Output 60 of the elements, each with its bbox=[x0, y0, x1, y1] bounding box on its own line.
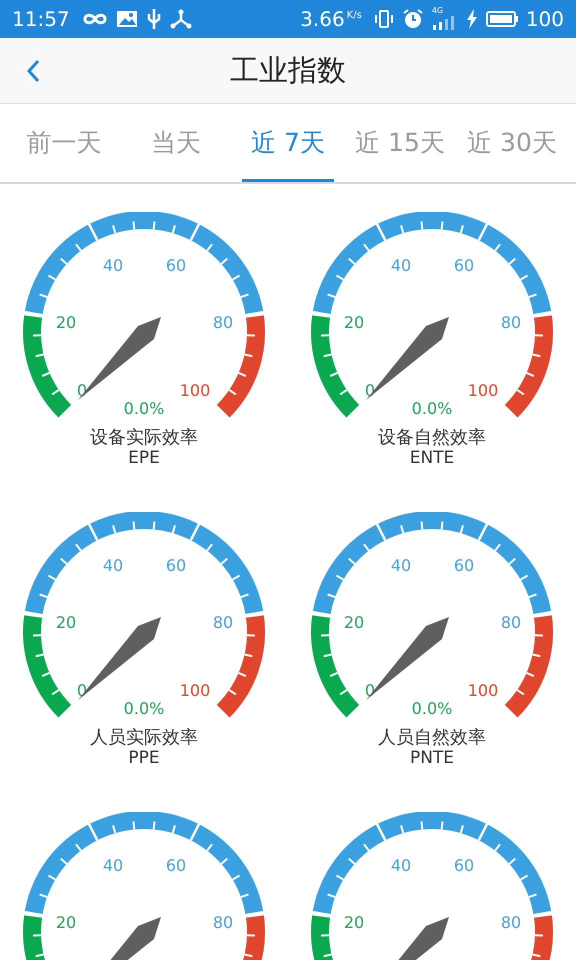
scale-label: 100 bbox=[468, 381, 498, 400]
scale-label: 20 bbox=[56, 313, 76, 332]
gauge-name: 设备自然效率 bbox=[378, 428, 486, 448]
battery-level: 100 bbox=[526, 6, 564, 33]
scale-label: 80 bbox=[212, 313, 234, 332]
scale-label: 100 bbox=[468, 681, 498, 700]
scale-label: 20 bbox=[344, 613, 364, 632]
scale-label: 20 bbox=[56, 613, 76, 632]
scale-label: 40 bbox=[390, 556, 412, 575]
scale-label: 40 bbox=[390, 256, 412, 275]
gauge-value: 0.0% bbox=[124, 699, 164, 718]
page-title: 工业指数 bbox=[230, 52, 346, 89]
scale-label: 80 bbox=[212, 613, 234, 632]
usb-icon bbox=[146, 8, 162, 30]
scale-label: 60 bbox=[166, 556, 186, 575]
gauge-code: ENTE bbox=[410, 448, 454, 468]
scale-label: 60 bbox=[454, 556, 474, 575]
period-tab[interactable]: 近 30天 bbox=[466, 104, 558, 182]
scale-label: 40 bbox=[102, 556, 124, 575]
gauge-name: 人员自然效率 bbox=[378, 728, 486, 748]
scale-label: 20 bbox=[56, 913, 76, 932]
share-icon bbox=[170, 9, 192, 29]
gauge-name: 设备实际效率 bbox=[90, 428, 198, 448]
gauge-code: EPE bbox=[128, 448, 160, 468]
alarm-icon bbox=[402, 8, 424, 30]
image-icon bbox=[116, 10, 138, 28]
vibrate-icon bbox=[374, 9, 394, 29]
scale-label: 60 bbox=[454, 256, 474, 275]
scale-label: 80 bbox=[212, 913, 234, 932]
scale-label: 20 bbox=[344, 313, 364, 332]
scale-label: 40 bbox=[102, 856, 124, 875]
scale-label: 40 bbox=[102, 256, 124, 275]
scale-label: 100 bbox=[180, 681, 210, 700]
gauge-value: 0.0% bbox=[412, 699, 452, 718]
back-icon bbox=[26, 59, 40, 83]
network-speed: 3.66 bbox=[300, 6, 345, 33]
period-tab[interactable]: 前一天 bbox=[18, 104, 110, 182]
scale-label: 20 bbox=[344, 913, 364, 932]
gauge-value: 0.0% bbox=[412, 399, 452, 418]
gauge-code: PNTE bbox=[410, 748, 454, 768]
scale-label: 40 bbox=[390, 856, 412, 875]
scale-label: 60 bbox=[166, 856, 186, 875]
scale-label: 60 bbox=[454, 856, 474, 875]
gauge-value: 0.0% bbox=[124, 399, 164, 418]
network-type: 4G bbox=[432, 5, 444, 17]
speed-unit: K/s bbox=[346, 8, 362, 22]
battery-icon bbox=[486, 10, 518, 28]
scale-label: 80 bbox=[500, 913, 522, 932]
infinity-icon bbox=[82, 12, 108, 26]
scale-label: 80 bbox=[500, 613, 522, 632]
gauge-name: 人员实际效率 bbox=[90, 728, 198, 748]
scale-label: 60 bbox=[166, 256, 186, 275]
period-tab[interactable]: 近 7天 bbox=[242, 104, 334, 182]
charging-icon bbox=[466, 9, 478, 29]
gauge-code: PPE bbox=[128, 748, 160, 768]
scale-label: 80 bbox=[500, 313, 522, 332]
period-tab[interactable]: 近 15天 bbox=[354, 104, 446, 182]
status-time: 11:57 bbox=[12, 6, 70, 33]
scale-label: 100 bbox=[180, 381, 210, 400]
period-tab[interactable]: 当天 bbox=[130, 104, 222, 182]
